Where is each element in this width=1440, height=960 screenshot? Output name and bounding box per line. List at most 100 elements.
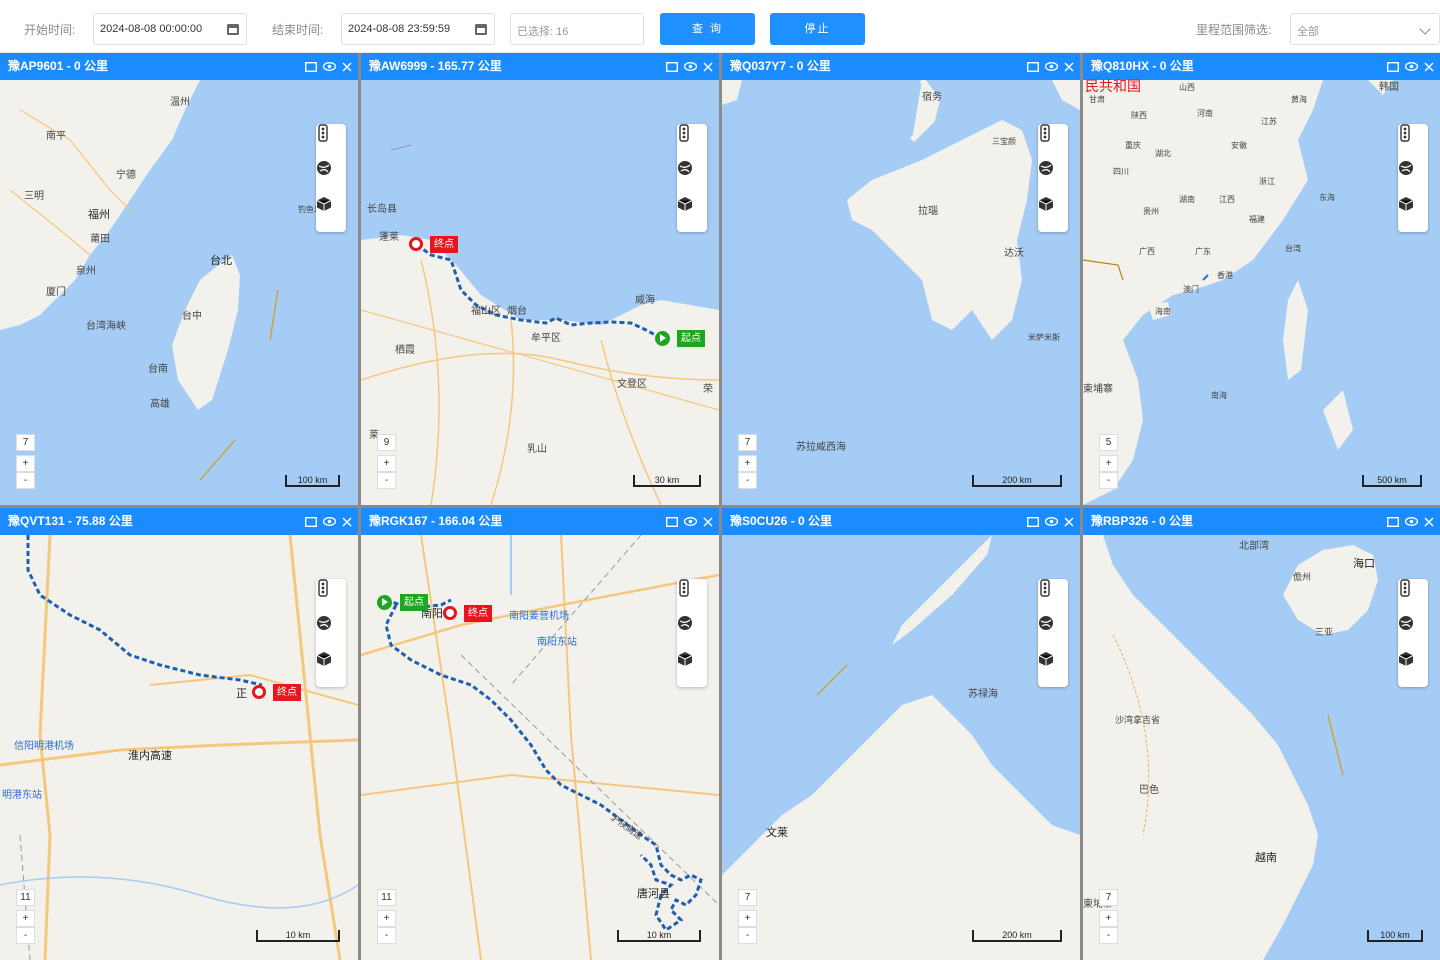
- zoom-in-button[interactable]: +: [16, 455, 35, 472]
- zoom-in-button[interactable]: +: [16, 910, 35, 927]
- map-view[interactable]: 民共和国 韩国 黄海 东海 南海 柬埔寨 台湾 广东 福建 江西 浙江 湖南 湖…: [1083, 78, 1440, 505]
- airport-poi: 信阳明港机场: [14, 741, 74, 752]
- zoom-out-button[interactable]: -: [738, 472, 757, 489]
- panel-header: 豫RGK167 - 166.04 公里: [361, 508, 719, 535]
- traffic-button[interactable]: [1038, 124, 1068, 160]
- satellite-button[interactable]: [677, 160, 707, 196]
- map-land-shapes: [1083, 535, 1378, 960]
- map-panel[interactable]: 豫AP9601 - 0 公里 福州 南平 三明 宁德 莆田 泉州 厦门 台北 台…: [0, 53, 358, 505]
- selected-count-field[interactable]: 已选择: 16: [510, 13, 644, 45]
- end-marker-tag: 终点: [464, 605, 492, 622]
- 3d-view-button[interactable]: [1398, 651, 1428, 687]
- fullscreen-icon[interactable]: [1387, 61, 1399, 72]
- map-view[interactable]: 正 淮内高速 信阳明港机场 明港东站 终点 11 + - 10 km: [0, 535, 358, 960]
- eye-icon[interactable]: [684, 517, 697, 526]
- map-controls: [1038, 579, 1068, 687]
- 3d-view-button[interactable]: [1038, 651, 1068, 687]
- map-view[interactable]: 南阳 南阳姜营机场 南阳东站 唐河县 沪陕高速 起点 终点 11 + - 10 …: [361, 535, 719, 960]
- eye-icon[interactable]: [1045, 517, 1058, 526]
- eye-icon[interactable]: [1045, 62, 1058, 71]
- satellite-button[interactable]: [677, 615, 707, 651]
- query-button[interactable]: 查 询: [660, 13, 755, 45]
- zoom-in-button[interactable]: +: [1099, 910, 1118, 927]
- end-marker-icon[interactable]: [409, 237, 423, 251]
- end-marker-icon[interactable]: [443, 606, 457, 620]
- map-view[interactable]: 苏禄海 文莱 7 + - 200 km: [722, 535, 1080, 960]
- fullscreen-icon[interactable]: [666, 61, 678, 72]
- close-icon[interactable]: [703, 517, 713, 527]
- scale-bar: 30 km: [633, 475, 701, 487]
- zoom-out-button[interactable]: -: [377, 927, 396, 944]
- zoom-out-button[interactable]: -: [738, 927, 757, 944]
- stop-button[interactable]: 停止: [770, 13, 865, 45]
- traffic-button[interactable]: [1038, 579, 1068, 615]
- close-icon[interactable]: [1064, 517, 1074, 527]
- zoom-out-button[interactable]: -: [16, 472, 35, 489]
- zoom-in-button[interactable]: +: [1099, 455, 1118, 472]
- 3d-view-button[interactable]: [1038, 196, 1068, 232]
- zoom-out-button[interactable]: -: [16, 927, 35, 944]
- satellite-button[interactable]: [1398, 160, 1428, 196]
- zoom-out-button[interactable]: -: [377, 472, 396, 489]
- eye-icon[interactable]: [1405, 517, 1418, 526]
- satellite-button[interactable]: [316, 615, 346, 651]
- zoom-in-button[interactable]: +: [738, 455, 757, 472]
- close-icon[interactable]: [342, 62, 352, 72]
- traffic-button[interactable]: [1398, 124, 1428, 160]
- map-panel[interactable]: 豫RGK167 - 166.04 公里 南阳 南阳姜营机场 南阳东站 唐河县 沪…: [361, 508, 719, 960]
- satellite-button[interactable]: [316, 160, 346, 196]
- map-panel[interactable]: 豫QVT131 - 75.88 公里 正 淮内高速 信阳明港机场 明港东站 终点…: [0, 508, 358, 960]
- end-marker-icon[interactable]: [252, 685, 266, 699]
- 3d-view-button[interactable]: [316, 651, 346, 687]
- eye-icon[interactable]: [323, 62, 336, 71]
- 3d-view-button[interactable]: [677, 196, 707, 232]
- map-panel[interactable]: 豫Q810HX - 0 公里 民共和国 韩国 黄海 东海 南海 柬埔寨 台湾 广…: [1083, 53, 1440, 505]
- map-panel[interactable]: 豫Q037Y7 - 0 公里 宿务 拉瑙 达沃 苏拉威西海 三宝颜 米萨米斯 7…: [722, 53, 1080, 505]
- zoom-in-button[interactable]: +: [377, 455, 396, 472]
- close-icon[interactable]: [1424, 62, 1434, 72]
- fullscreen-icon[interactable]: [1027, 516, 1039, 527]
- eye-icon[interactable]: [323, 517, 336, 526]
- map-view[interactable]: 宿务 拉瑙 达沃 苏拉威西海 三宝颜 米萨米斯 7 + - 200 km: [722, 80, 1080, 505]
- close-icon[interactable]: [1064, 62, 1074, 72]
- end-time-input[interactable]: 2024-08-08 23:59:59: [341, 13, 495, 45]
- eye-icon[interactable]: [1405, 62, 1418, 71]
- start-marker-icon[interactable]: [377, 595, 392, 610]
- eye-icon[interactable]: [684, 62, 697, 71]
- fullscreen-icon[interactable]: [305, 61, 317, 72]
- start-time-input[interactable]: 2024-08-08 00:00:00: [93, 13, 247, 45]
- traffic-button[interactable]: [677, 124, 707, 160]
- map-view[interactable]: 长岛县 蓬莱 栖霞 牟平区 烟台 威海 文登区 乳山 福山区 莱 荣 终点 起点…: [361, 80, 719, 505]
- 3d-view-button[interactable]: [1398, 196, 1428, 232]
- zoom-in-button[interactable]: +: [738, 910, 757, 927]
- cube-icon: [316, 652, 332, 666]
- zoom-in-button[interactable]: +: [377, 910, 396, 927]
- start-marker-icon[interactable]: [655, 331, 670, 346]
- close-icon[interactable]: [703, 62, 713, 72]
- traffic-button[interactable]: [316, 579, 346, 615]
- traffic-button[interactable]: [316, 124, 346, 160]
- map-panel[interactable]: 豫RBP326 - 0 公里 北部湾 海口 儋州 三亚 沙湾拿吉省 巴色 越南 …: [1083, 508, 1440, 960]
- traffic-button[interactable]: [677, 579, 707, 615]
- fullscreen-icon[interactable]: [1387, 516, 1399, 527]
- map-panel[interactable]: 豫S0CU26 - 0 公里 苏禄海 文莱 7 + - 200 km: [722, 508, 1080, 960]
- traffic-light-icon: [1040, 579, 1050, 597]
- satellite-button[interactable]: [1398, 615, 1428, 651]
- map-panel[interactable]: 豫AW6999 - 165.77 公里 长岛县 蓬莱 栖霞 牟平区 烟台 威海 …: [361, 53, 719, 505]
- close-icon[interactable]: [1424, 517, 1434, 527]
- traffic-button[interactable]: [1398, 579, 1428, 615]
- map-view[interactable]: 福州 南平 三明 宁德 莆田 泉州 厦门 台北 台中 台南 台湾海峡 高雄 温州…: [0, 80, 358, 505]
- fullscreen-icon[interactable]: [1027, 61, 1039, 72]
- satellite-button[interactable]: [1038, 615, 1068, 651]
- map-view[interactable]: 北部湾 海口 儋州 三亚 沙湾拿吉省 巴色 越南 柬埔寨 7 + - 100 k…: [1083, 535, 1440, 960]
- 3d-view-button[interactable]: [316, 196, 346, 232]
- zoom-out-button[interactable]: -: [1099, 927, 1118, 944]
- fullscreen-icon[interactable]: [666, 516, 678, 527]
- fullscreen-icon[interactable]: [305, 516, 317, 527]
- close-icon[interactable]: [342, 517, 352, 527]
- range-filter-select[interactable]: 全部: [1290, 13, 1440, 45]
- zoom-out-button[interactable]: -: [1099, 472, 1118, 489]
- satellite-button[interactable]: [1038, 160, 1068, 196]
- 3d-view-button[interactable]: [677, 651, 707, 687]
- start-time-label: 开始时间:: [24, 23, 76, 37]
